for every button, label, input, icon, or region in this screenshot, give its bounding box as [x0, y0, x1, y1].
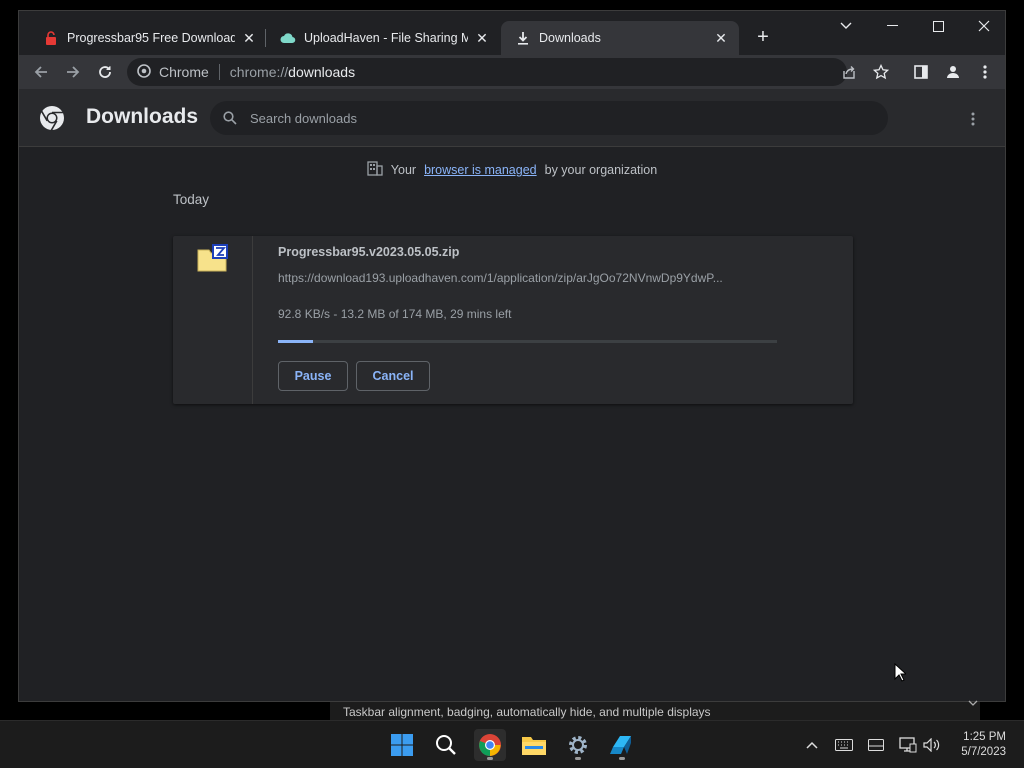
chevron-up-icon[interactable] [802, 735, 822, 755]
profile-icon[interactable] [941, 60, 965, 84]
volume-icon[interactable] [922, 735, 942, 755]
divider [218, 64, 220, 80]
more-actions-icon[interactable] [963, 109, 983, 129]
maximize-icon[interactable] [915, 11, 961, 41]
close-window-icon[interactable] [961, 11, 1007, 41]
download-icon [515, 30, 531, 46]
managed-prefix: Your [390, 163, 417, 177]
chrome-logo-icon [39, 105, 65, 131]
tab-uploadhaven[interactable]: UploadHaven - File Sharing Mad ✕ [266, 21, 500, 55]
chevron-down-icon[interactable] [968, 697, 978, 709]
keyboard-icon[interactable] [834, 735, 854, 755]
search-taskbar-icon[interactable] [430, 729, 462, 761]
page-title: Downloads [86, 105, 199, 128]
network-icon[interactable] [898, 735, 918, 755]
download-progress-bar [278, 340, 777, 343]
building-icon [367, 161, 383, 179]
pause-button[interactable]: Pause [278, 361, 348, 391]
browser-window: Progressbar95 Free Download (v ✕ UploadH… [18, 10, 1006, 702]
download-status: 92.8 KB/s - 13.2 MB of 174 MB, 29 mins l… [278, 307, 512, 321]
tab-strip: Progressbar95 Free Download (v ✕ UploadH… [19, 11, 1005, 55]
running-indicator [619, 757, 625, 760]
download-url[interactable]: https://download193.uploadhaven.com/1/ap… [278, 271, 778, 285]
forward-icon[interactable] [61, 60, 85, 84]
chrome-icon [137, 63, 151, 81]
close-icon[interactable]: ✕ [713, 30, 729, 46]
toolbar: Chrome chrome:// downloads [19, 55, 1005, 89]
close-icon[interactable]: ✕ [241, 30, 257, 46]
url-scheme: chrome:// [229, 64, 289, 80]
side-panel-icon[interactable] [909, 60, 933, 84]
chrome-taskbar-icon[interactable] [474, 729, 506, 761]
search-box [210, 101, 888, 135]
managed-link[interactable]: browser is managed [424, 163, 537, 177]
tab-search-icon[interactable] [823, 11, 869, 41]
tablet-icon[interactable] [866, 735, 886, 755]
lock-icon [43, 30, 59, 46]
zip-folder-icon [197, 244, 229, 277]
clock-date: 5/7/2023 [961, 746, 1006, 758]
reload-icon[interactable] [93, 60, 117, 84]
share-icon[interactable] [837, 60, 861, 84]
taskbar: 1:25 PM 5/7/2023 [0, 720, 1024, 768]
file-icon-column [173, 236, 253, 404]
managed-notice: Your browser is managed by your organiza… [19, 161, 1005, 179]
file-explorer-icon[interactable] [518, 729, 550, 761]
back-icon[interactable] [29, 60, 53, 84]
new-tab-button[interactable]: + [751, 26, 775, 50]
downloads-header: Downloads [19, 89, 1005, 147]
clock-time: 1:25 PM [963, 731, 1006, 743]
start-icon[interactable] [386, 729, 418, 761]
tab-title: Progressbar95 Free Download (v [67, 31, 235, 45]
search-input[interactable] [250, 110, 850, 126]
tab-progressbar95[interactable]: Progressbar95 Free Download (v ✕ [29, 21, 267, 55]
download-item: Progressbar95.v2023.05.05.zip https://do… [173, 236, 853, 404]
minimize-icon[interactable] [869, 11, 915, 41]
site-chip: Chrome [159, 64, 209, 80]
star-icon[interactable] [869, 60, 893, 84]
section-label: Today [173, 192, 210, 207]
system-clock[interactable]: 1:25 PM 5/7/2023 [961, 730, 1006, 760]
mouse-cursor-icon [894, 662, 908, 687]
tab-title: UploadHaven - File Sharing Mad [304, 31, 468, 45]
managed-suffix: by your organization [544, 163, 658, 177]
cloud-icon [280, 30, 296, 46]
active-indicator [487, 757, 493, 760]
close-icon[interactable]: ✕ [474, 30, 490, 46]
settings-icon[interactable] [562, 729, 594, 761]
search-icon [210, 111, 250, 125]
taskbar-hint[interactable]: Taskbar alignment, badging, automaticall… [330, 702, 980, 720]
tab-downloads[interactable]: Downloads ✕ [501, 21, 739, 55]
running-indicator [575, 757, 581, 760]
cancel-button[interactable]: Cancel [356, 361, 430, 391]
progress-fill [278, 340, 313, 343]
menu-kebab-icon[interactable] [973, 60, 997, 84]
url-host: downloads [288, 64, 356, 80]
address-bar[interactable]: Chrome chrome:// downloads [127, 58, 847, 86]
app-taskbar-icon[interactable] [606, 729, 638, 761]
tab-title: Downloads [539, 31, 601, 45]
download-filename: Progressbar95.v2023.05.05.zip [278, 245, 460, 259]
